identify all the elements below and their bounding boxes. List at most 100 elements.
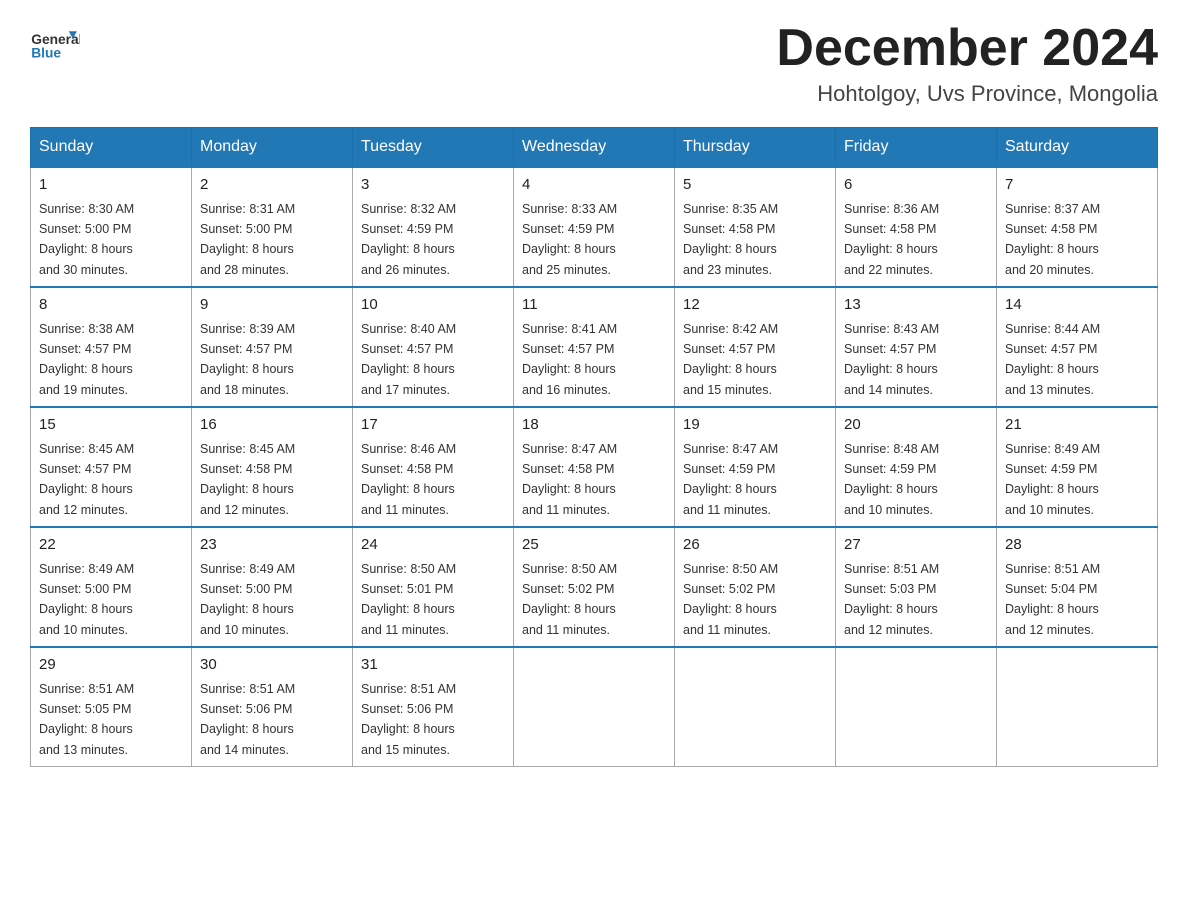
day-info: Sunrise: 8:51 AMSunset: 5:05 PMDaylight:… xyxy=(39,682,134,757)
day-info: Sunrise: 8:46 AMSunset: 4:58 PMDaylight:… xyxy=(361,442,456,517)
calendar-cell: 22 Sunrise: 8:49 AMSunset: 5:00 PMDaylig… xyxy=(31,527,192,647)
day-info: Sunrise: 8:42 AMSunset: 4:57 PMDaylight:… xyxy=(683,322,778,397)
day-number: 18 xyxy=(522,414,666,437)
calendar-cell: 28 Sunrise: 8:51 AMSunset: 5:04 PMDaylig… xyxy=(997,527,1158,647)
weekday-header-wednesday: Wednesday xyxy=(514,128,675,168)
calendar-cell xyxy=(675,647,836,767)
calendar-cell: 24 Sunrise: 8:50 AMSunset: 5:01 PMDaylig… xyxy=(353,527,514,647)
calendar-cell: 21 Sunrise: 8:49 AMSunset: 4:59 PMDaylig… xyxy=(997,407,1158,527)
weekday-header-sunday: Sunday xyxy=(31,128,192,168)
day-number: 16 xyxy=(200,414,344,437)
day-info: Sunrise: 8:51 AMSunset: 5:04 PMDaylight:… xyxy=(1005,562,1100,637)
calendar-header-row: SundayMondayTuesdayWednesdayThursdayFrid… xyxy=(31,128,1158,168)
day-info: Sunrise: 8:43 AMSunset: 4:57 PMDaylight:… xyxy=(844,322,939,397)
day-number: 15 xyxy=(39,414,183,437)
day-number: 27 xyxy=(844,534,988,557)
calendar-week-row: 15 Sunrise: 8:45 AMSunset: 4:57 PMDaylig… xyxy=(31,407,1158,527)
logo-icon: General Blue xyxy=(30,20,80,70)
calendar-cell: 18 Sunrise: 8:47 AMSunset: 4:58 PMDaylig… xyxy=(514,407,675,527)
day-number: 30 xyxy=(200,654,344,677)
day-number: 7 xyxy=(1005,174,1149,197)
day-info: Sunrise: 8:32 AMSunset: 4:59 PMDaylight:… xyxy=(361,202,456,277)
day-number: 24 xyxy=(361,534,505,557)
day-info: Sunrise: 8:31 AMSunset: 5:00 PMDaylight:… xyxy=(200,202,295,277)
day-number: 19 xyxy=(683,414,827,437)
calendar-cell: 23 Sunrise: 8:49 AMSunset: 5:00 PMDaylig… xyxy=(192,527,353,647)
day-info: Sunrise: 8:37 AMSunset: 4:58 PMDaylight:… xyxy=(1005,202,1100,277)
svg-text:Blue: Blue xyxy=(31,46,61,61)
day-info: Sunrise: 8:47 AMSunset: 4:59 PMDaylight:… xyxy=(683,442,778,517)
calendar-cell: 1 Sunrise: 8:30 AMSunset: 5:00 PMDayligh… xyxy=(31,167,192,287)
calendar-week-row: 29 Sunrise: 8:51 AMSunset: 5:05 PMDaylig… xyxy=(31,647,1158,767)
day-number: 12 xyxy=(683,294,827,317)
day-number: 22 xyxy=(39,534,183,557)
calendar-cell: 19 Sunrise: 8:47 AMSunset: 4:59 PMDaylig… xyxy=(675,407,836,527)
calendar-cell: 26 Sunrise: 8:50 AMSunset: 5:02 PMDaylig… xyxy=(675,527,836,647)
day-info: Sunrise: 8:48 AMSunset: 4:59 PMDaylight:… xyxy=(844,442,939,517)
weekday-header-monday: Monday xyxy=(192,128,353,168)
calendar-cell: 15 Sunrise: 8:45 AMSunset: 4:57 PMDaylig… xyxy=(31,407,192,527)
day-info: Sunrise: 8:50 AMSunset: 5:02 PMDaylight:… xyxy=(683,562,778,637)
calendar-cell: 10 Sunrise: 8:40 AMSunset: 4:57 PMDaylig… xyxy=(353,287,514,407)
day-number: 14 xyxy=(1005,294,1149,317)
day-info: Sunrise: 8:36 AMSunset: 4:58 PMDaylight:… xyxy=(844,202,939,277)
calendar-week-row: 22 Sunrise: 8:49 AMSunset: 5:00 PMDaylig… xyxy=(31,527,1158,647)
day-info: Sunrise: 8:51 AMSunset: 5:06 PMDaylight:… xyxy=(200,682,295,757)
calendar-cell: 13 Sunrise: 8:43 AMSunset: 4:57 PMDaylig… xyxy=(836,287,997,407)
day-info: Sunrise: 8:45 AMSunset: 4:58 PMDaylight:… xyxy=(200,442,295,517)
day-number: 1 xyxy=(39,174,183,197)
day-number: 9 xyxy=(200,294,344,317)
calendar-cell: 25 Sunrise: 8:50 AMSunset: 5:02 PMDaylig… xyxy=(514,527,675,647)
weekday-header-saturday: Saturday xyxy=(997,128,1158,168)
calendar-cell: 7 Sunrise: 8:37 AMSunset: 4:58 PMDayligh… xyxy=(997,167,1158,287)
day-number: 8 xyxy=(39,294,183,317)
calendar-cell: 6 Sunrise: 8:36 AMSunset: 4:58 PMDayligh… xyxy=(836,167,997,287)
day-number: 20 xyxy=(844,414,988,437)
calendar-table: SundayMondayTuesdayWednesdayThursdayFrid… xyxy=(30,127,1158,767)
calendar-cell: 30 Sunrise: 8:51 AMSunset: 5:06 PMDaylig… xyxy=(192,647,353,767)
calendar-cell: 11 Sunrise: 8:41 AMSunset: 4:57 PMDaylig… xyxy=(514,287,675,407)
calendar-cell: 12 Sunrise: 8:42 AMSunset: 4:57 PMDaylig… xyxy=(675,287,836,407)
calendar-cell: 8 Sunrise: 8:38 AMSunset: 4:57 PMDayligh… xyxy=(31,287,192,407)
day-info: Sunrise: 8:45 AMSunset: 4:57 PMDaylight:… xyxy=(39,442,134,517)
calendar-cell: 16 Sunrise: 8:45 AMSunset: 4:58 PMDaylig… xyxy=(192,407,353,527)
day-info: Sunrise: 8:51 AMSunset: 5:06 PMDaylight:… xyxy=(361,682,456,757)
calendar-cell: 9 Sunrise: 8:39 AMSunset: 4:57 PMDayligh… xyxy=(192,287,353,407)
day-number: 5 xyxy=(683,174,827,197)
calendar-cell: 17 Sunrise: 8:46 AMSunset: 4:58 PMDaylig… xyxy=(353,407,514,527)
weekday-header-friday: Friday xyxy=(836,128,997,168)
day-info: Sunrise: 8:30 AMSunset: 5:00 PMDaylight:… xyxy=(39,202,134,277)
day-info: Sunrise: 8:49 AMSunset: 4:59 PMDaylight:… xyxy=(1005,442,1100,517)
calendar-cell xyxy=(836,647,997,767)
day-info: Sunrise: 8:47 AMSunset: 4:58 PMDaylight:… xyxy=(522,442,617,517)
day-number: 11 xyxy=(522,294,666,317)
page-header: General Blue December 2024 Hohtolgoy, Uv… xyxy=(30,20,1158,107)
day-info: Sunrise: 8:35 AMSunset: 4:58 PMDaylight:… xyxy=(683,202,778,277)
day-number: 3 xyxy=(361,174,505,197)
day-number: 4 xyxy=(522,174,666,197)
day-info: Sunrise: 8:39 AMSunset: 4:57 PMDaylight:… xyxy=(200,322,295,397)
day-number: 28 xyxy=(1005,534,1149,557)
day-number: 31 xyxy=(361,654,505,677)
calendar-cell: 14 Sunrise: 8:44 AMSunset: 4:57 PMDaylig… xyxy=(997,287,1158,407)
day-info: Sunrise: 8:41 AMSunset: 4:57 PMDaylight:… xyxy=(522,322,617,397)
day-info: Sunrise: 8:51 AMSunset: 5:03 PMDaylight:… xyxy=(844,562,939,637)
logo-area: General Blue xyxy=(30,20,80,70)
day-info: Sunrise: 8:50 AMSunset: 5:01 PMDaylight:… xyxy=(361,562,456,637)
calendar-cell: 31 Sunrise: 8:51 AMSunset: 5:06 PMDaylig… xyxy=(353,647,514,767)
calendar-cell: 27 Sunrise: 8:51 AMSunset: 5:03 PMDaylig… xyxy=(836,527,997,647)
day-number: 6 xyxy=(844,174,988,197)
month-title: December 2024 xyxy=(776,20,1158,77)
day-number: 25 xyxy=(522,534,666,557)
day-number: 2 xyxy=(200,174,344,197)
calendar-cell: 29 Sunrise: 8:51 AMSunset: 5:05 PMDaylig… xyxy=(31,647,192,767)
calendar-cell xyxy=(997,647,1158,767)
day-number: 29 xyxy=(39,654,183,677)
calendar-week-row: 8 Sunrise: 8:38 AMSunset: 4:57 PMDayligh… xyxy=(31,287,1158,407)
calendar-cell: 4 Sunrise: 8:33 AMSunset: 4:59 PMDayligh… xyxy=(514,167,675,287)
title-area: December 2024 Hohtolgoy, Uvs Province, M… xyxy=(776,20,1158,107)
calendar-cell: 3 Sunrise: 8:32 AMSunset: 4:59 PMDayligh… xyxy=(353,167,514,287)
day-number: 23 xyxy=(200,534,344,557)
day-info: Sunrise: 8:40 AMSunset: 4:57 PMDaylight:… xyxy=(361,322,456,397)
day-info: Sunrise: 8:49 AMSunset: 5:00 PMDaylight:… xyxy=(200,562,295,637)
